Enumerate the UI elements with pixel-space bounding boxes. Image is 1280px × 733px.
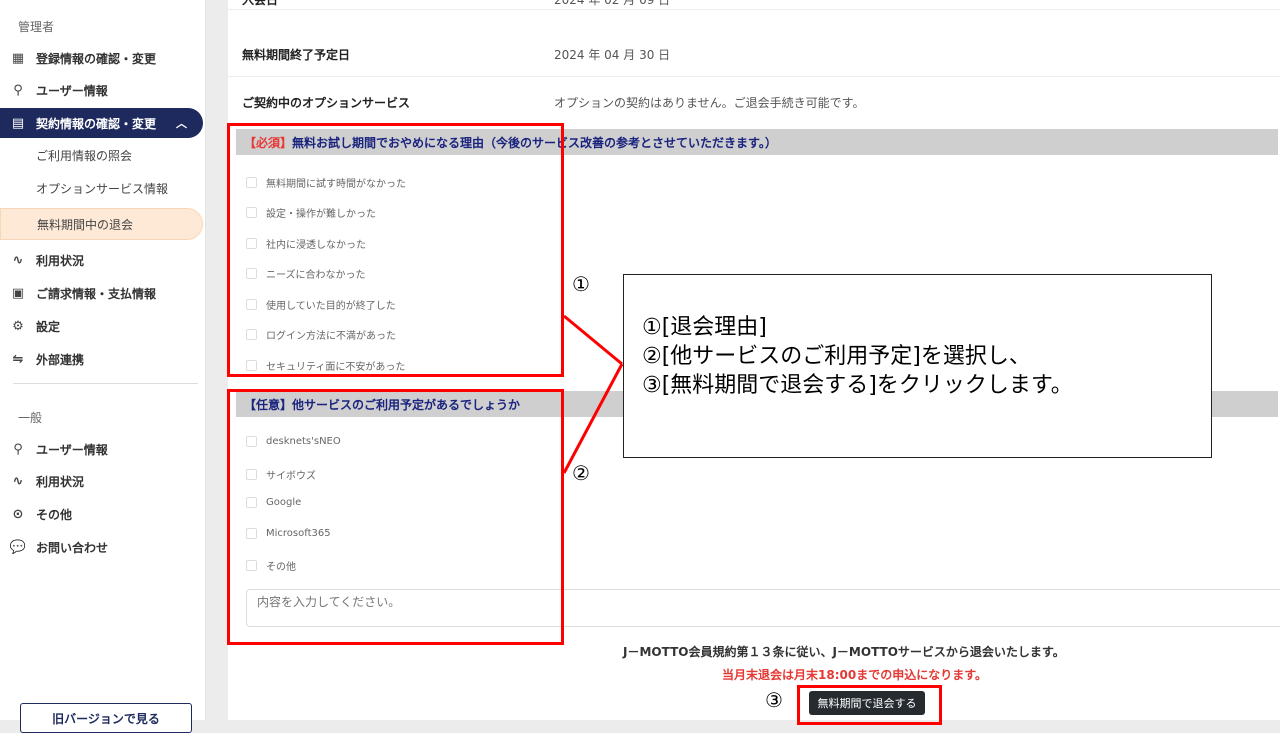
annotation-line (562, 363, 624, 474)
marker-3: ③ (765, 688, 783, 712)
callout-line: ①[退会理由] (642, 315, 767, 340)
marker-2: ② (572, 461, 590, 485)
callout-line: ②[他サービスのご利用予定]を選択し、 (642, 344, 1031, 369)
annotation-callout: ①[退会理由] ②[他サービスのご利用予定]を選択し、 ③[無料期間で退会する]… (623, 274, 1212, 458)
annotation-line (563, 314, 623, 366)
marker-1: ① (572, 272, 590, 296)
callout-line: ③[無料期間で退会する]をクリックします。 (642, 373, 1073, 398)
